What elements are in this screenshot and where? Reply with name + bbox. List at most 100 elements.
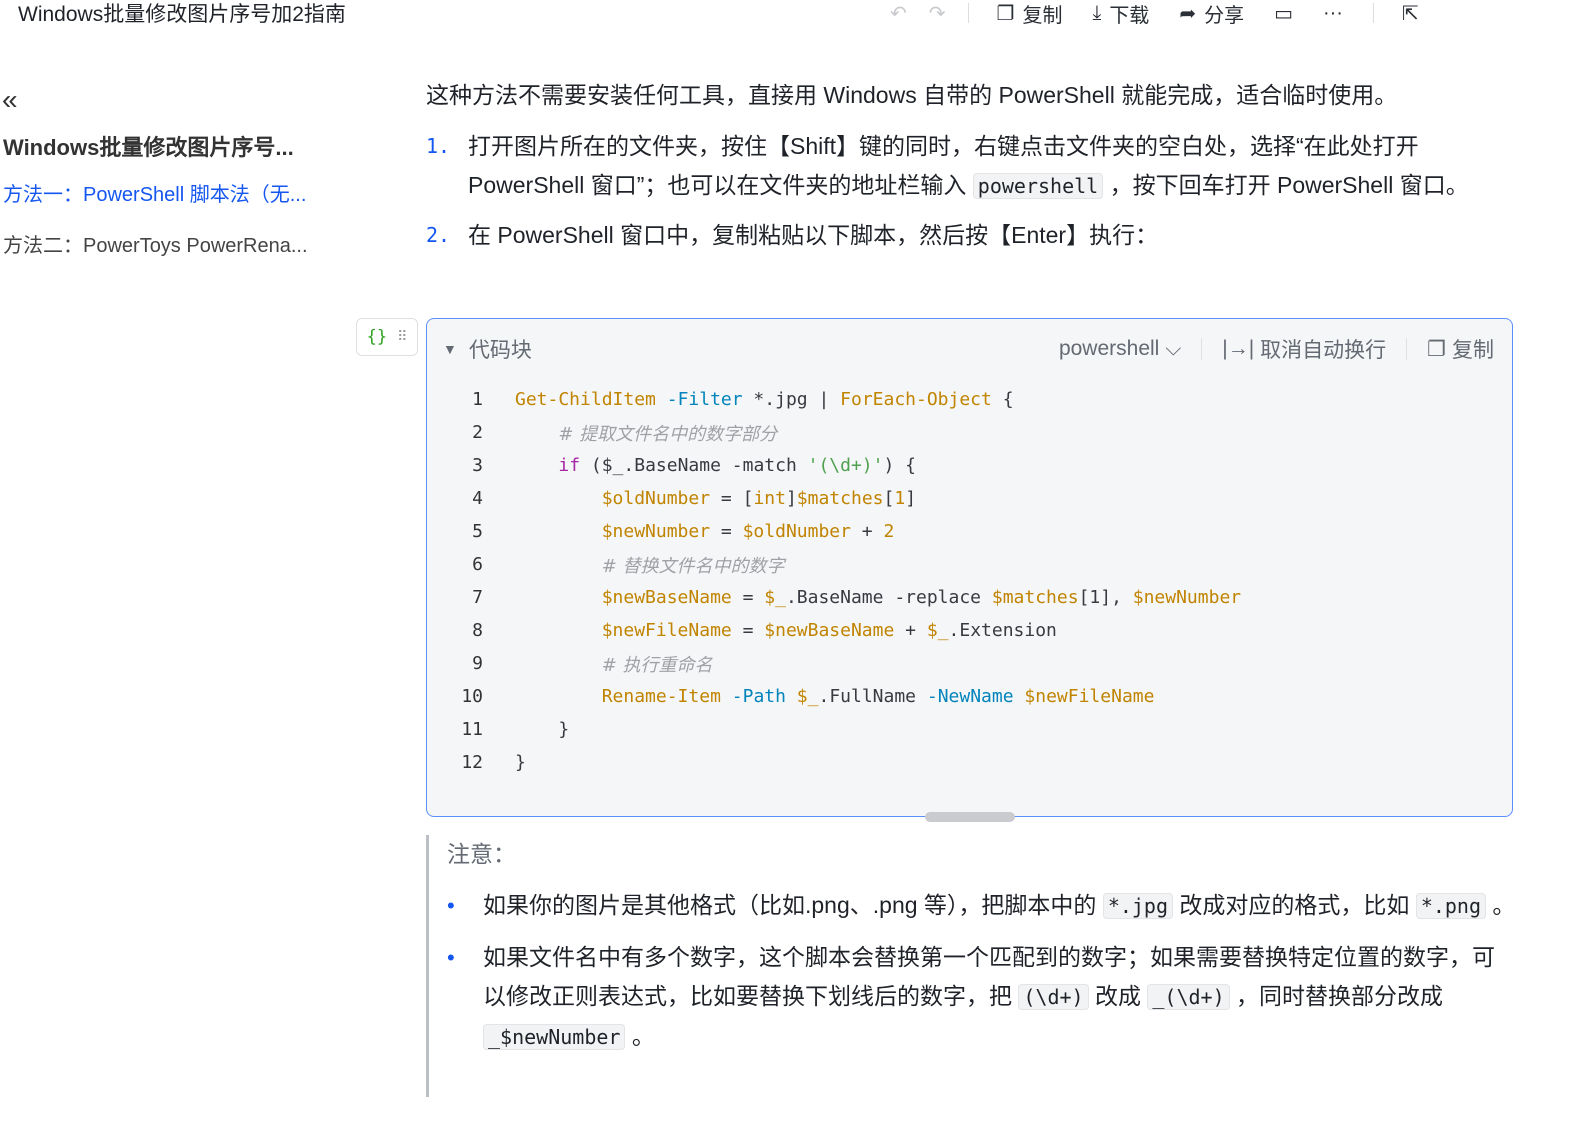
download-button[interactable]: ⤓ 下载	[1092, 0, 1149, 28]
code-line: 7 $newBaseName = $_ .BaseName -replace $m…	[427, 581, 1512, 614]
step-item: 1. 打开图片所在的文件夹，按住【Shift】键的同时，右键点击文件夹的空白处，选…	[426, 127, 1516, 206]
code-token: Rename-Item	[601, 686, 721, 707]
code-line: 12}	[427, 746, 1512, 779]
code-token: ForEach-Object	[840, 389, 992, 410]
line-number: 8	[472, 620, 483, 641]
collapse-triangle-icon[interactable]: ▼	[443, 341, 457, 357]
more-button[interactable]: ···	[1323, 2, 1343, 25]
text-segment: ，按下回车打开 PowerShell 窗口。	[1103, 172, 1469, 198]
code-block-header: ▼ 代码块 powershell ⌵ |→| 取消自动换行 ❐ 复制	[427, 319, 1512, 379]
toc-item[interactable]: 方法一：PowerShell 脚本法（无...	[3, 178, 333, 207]
undo-icon[interactable]: ↶	[890, 1, 907, 26]
collapse-sidebar-button[interactable]: «	[2, 84, 18, 116]
text-segment: ，同时替换部分改成	[1229, 983, 1444, 1009]
intro-paragraph: 这种方法不需要安装任何工具，直接用 Windows 自带的 PowerShell…	[426, 82, 1398, 108]
code-lines: 1 Get-ChildItem -Filter *.jpg | ForEach-O…	[427, 379, 1512, 779]
code-token: Get-ChildItem	[515, 389, 656, 410]
step-number: 2.	[426, 223, 451, 247]
code-token: ]	[785, 488, 797, 509]
toggle-wrap-button[interactable]: |→| 取消自动换行	[1222, 334, 1386, 364]
code-block-title: 代码块	[468, 339, 532, 362]
line-number: 11	[461, 719, 483, 740]
inline-code: (\d+)	[1018, 984, 1089, 1010]
line-number: 6	[472, 554, 483, 575]
code-line: 8 $newFileName = $newBaseName + $_ .Exten…	[427, 614, 1512, 647]
code-token: $oldNumber	[601, 488, 711, 509]
divider	[967, 3, 969, 23]
redo-icon[interactable]: ↷	[929, 1, 946, 26]
line-number: 10	[461, 686, 483, 707]
line-number: 2	[472, 422, 483, 443]
code-token: $matches	[991, 587, 1079, 608]
code-token: $newFileName	[601, 620, 732, 641]
inline-code: powershell	[972, 173, 1104, 199]
divider	[1372, 3, 1374, 23]
code-token: =	[731, 587, 765, 608]
line-number: 1	[472, 389, 483, 410]
copy-code-label: 复制	[1452, 339, 1494, 362]
step-item: 2. 在 PowerShell 窗口中，复制粘贴以下脚本，然后按【Enter】执行…	[426, 216, 1516, 255]
code-token: $matches	[796, 488, 884, 509]
code-token: +	[850, 521, 884, 542]
code-line: 1 Get-ChildItem -Filter *.jpg | ForEach-O…	[427, 383, 1512, 416]
text-segment: 如果你的图片是其他格式（比如.png、.png 等），把脚本中的	[483, 892, 1103, 918]
step-text: 在 PowerShell 窗口中，复制粘贴以下脚本，然后按【Enter】执行：	[468, 216, 1158, 255]
bullet-text: 如果你的图片是其他格式（比如.png、.png 等），把脚本中的 *.jpg 改…	[483, 886, 1515, 926]
toc-item[interactable]: 方法二：PowerToys PowerRena...	[3, 229, 333, 258]
steps-list: 1. 打开图片所在的文件夹，按住【Shift】键的同时，右键点击文件夹的空白处，选…	[426, 127, 1516, 255]
inline-code: _$newNumber	[483, 1024, 626, 1050]
share-button[interactable]: ➦ 分享	[1179, 0, 1244, 28]
text-segment: 。	[625, 1023, 655, 1049]
code-token: = [	[710, 488, 754, 509]
code-line: 10 Rename-Item -Path $_ .FullName -NewNam…	[427, 680, 1512, 713]
code-token: int	[753, 488, 786, 509]
copy-icon: ❐	[1427, 337, 1446, 361]
code-line: 2 # 提取文件名中的数字部分	[427, 416, 1512, 449]
code-token: $_	[764, 587, 786, 608]
download-label: 下载	[1109, 4, 1150, 27]
code-token: # 执行重命名	[601, 654, 713, 676]
line-number: 4	[472, 488, 483, 509]
code-token: $_	[926, 620, 949, 641]
copy-button[interactable]: ❐ 复制	[997, 0, 1063, 28]
code-token: ) {	[883, 455, 916, 476]
code-token: $newFileName	[1024, 686, 1155, 707]
line-number: 12	[461, 752, 483, 773]
code-token: $_	[796, 686, 819, 707]
code-block: ▼ 代码块 powershell ⌵ |→| 取消自动换行 ❐ 复制 1 Get-Chi…	[426, 318, 1513, 822]
note-bullets: • 如果你的图片是其他格式（比如.png、.png 等），把脚本中的 *.jpg …	[447, 886, 1516, 1057]
block-handle[interactable]: {} ⠿	[356, 318, 418, 356]
code-token: {	[991, 389, 1014, 410]
inline-code: _(\d+)	[1147, 984, 1230, 1010]
export-icon[interactable]: ⇱	[1402, 1, 1419, 26]
bullet-item: • 如果文件名中有多个数字，这个脚本会替换第一个匹配到的数字；如果需要替换特定位置…	[447, 938, 1516, 1057]
toc-title[interactable]: Windows批量修改图片序号...	[3, 130, 333, 162]
note-quote: 注意： • 如果你的图片是其他格式（比如.png、.png 等），把脚本中的 *.…	[426, 835, 1516, 1097]
code-token: $newNumber	[601, 521, 711, 542]
code-token: -Filter	[666, 389, 743, 410]
code-token: [	[883, 488, 895, 509]
bullet-icon: •	[447, 945, 455, 970]
comment-icon[interactable]: ▭	[1274, 1, 1293, 26]
inline-code: *.jpg	[1102, 893, 1174, 919]
doc-title: Windows批量修改图片序号加2指南	[18, 3, 346, 26]
code-token: .Extension	[948, 620, 1057, 641]
code-token: =	[710, 521, 743, 542]
copy-code-button[interactable]: ❐ 复制	[1427, 334, 1494, 364]
code-line: 11 }	[427, 713, 1512, 746]
code-line: 6 # 替换文件名中的数字	[427, 548, 1512, 581]
inline-code: *.png	[1415, 893, 1487, 919]
code-token: }	[515, 719, 570, 740]
horizontal-scrollbar[interactable]	[925, 812, 1015, 822]
drag-handle-icon[interactable]: ⠿	[397, 329, 407, 345]
code-token: +	[894, 620, 927, 641]
language-select[interactable]: powershell ⌵	[1059, 337, 1181, 361]
